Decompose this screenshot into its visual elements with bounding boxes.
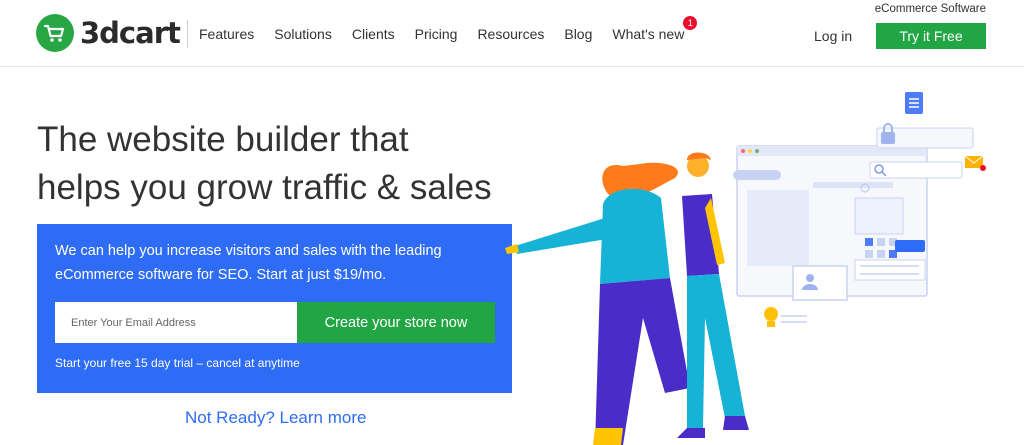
- main-nav: Features Solutions Clients Pricing Resou…: [199, 16, 704, 42]
- logo[interactable]: 3dcart: [36, 14, 181, 52]
- document-icon: [905, 92, 923, 114]
- divider: [187, 20, 188, 48]
- lightbulb-icon: [764, 307, 778, 327]
- hero-title-line2: helps you grow traffic & sales: [37, 168, 492, 207]
- woman-figure: [505, 162, 690, 445]
- learn-more-link[interactable]: Not Ready? Learn more: [185, 408, 366, 428]
- nav-item-clients[interactable]: Clients: [352, 26, 395, 42]
- nav-item-features[interactable]: Features: [199, 26, 254, 42]
- try-free-button[interactable]: Try it Free: [876, 23, 986, 49]
- nav-item-solutions[interactable]: Solutions: [274, 26, 332, 42]
- hero-description: We can help you increase visitors and sa…: [55, 243, 442, 283]
- mail-icon: [964, 155, 986, 171]
- logo-text: 3dcart: [80, 16, 181, 50]
- site-header: 3dcart Features Solutions Clients Pricin…: [0, 0, 1024, 67]
- create-store-button[interactable]: Create your store now: [297, 302, 495, 343]
- tagline: eCommerce Software: [874, 3, 986, 15]
- hero-illustration: [505, 92, 986, 445]
- nav-item-pricing[interactable]: Pricing: [415, 26, 458, 42]
- nav-item-resources[interactable]: Resources: [477, 26, 544, 42]
- hero-title: The website builder that helps you grow …: [37, 116, 557, 212]
- nav-item-whats-new[interactable]: What's new 1: [612, 16, 698, 42]
- email-input[interactable]: [55, 302, 298, 343]
- shopping-cart-icon: [36, 14, 74, 52]
- notification-badge: 1: [683, 16, 698, 30]
- nav-item-blog[interactable]: Blog: [564, 26, 592, 42]
- hero-title-line1: The website builder that: [37, 120, 409, 159]
- trial-note: Start your free 15 day trial – cancel at…: [55, 356, 300, 370]
- signup-panel: We can help you increase visitors and sa…: [37, 224, 512, 393]
- login-link[interactable]: Log in: [814, 28, 852, 44]
- lock-icon: [881, 123, 895, 144]
- nav-item-whats-new-label: What's new: [612, 26, 685, 42]
